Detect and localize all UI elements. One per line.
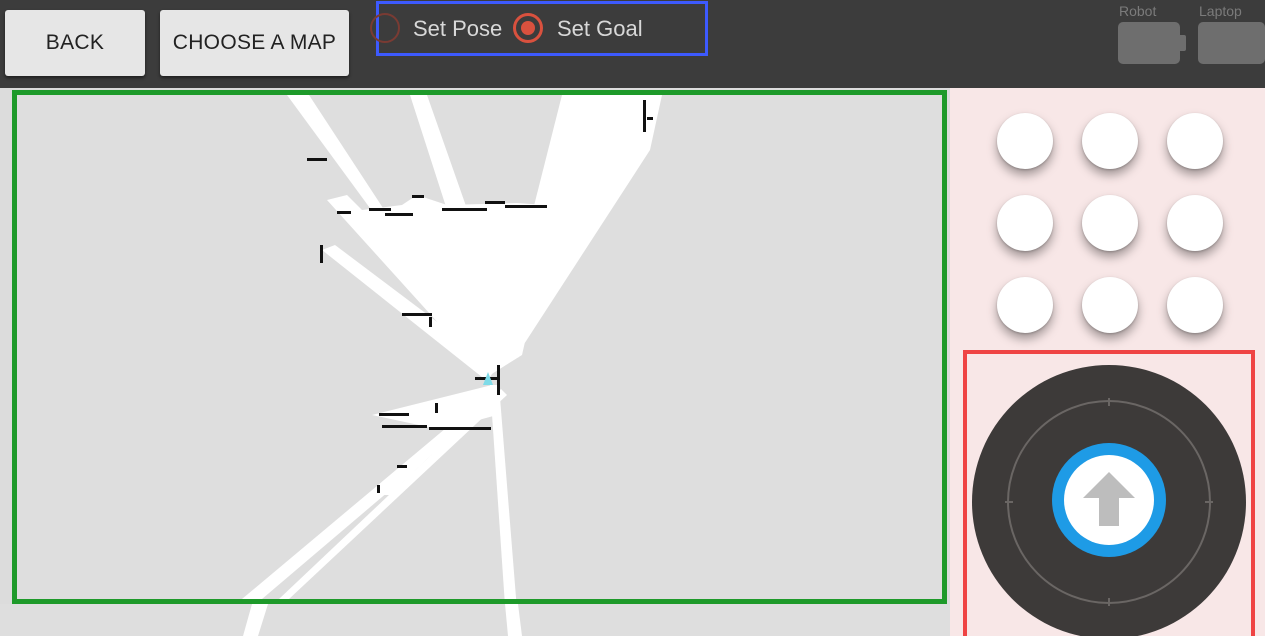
top-toolbar: BACK CHOOSE A MAP Set Pose Set Goal Robo… bbox=[0, 0, 1265, 88]
mode-radio-group: Set Pose Set Goal bbox=[370, 1, 708, 56]
control-button-7[interactable] bbox=[997, 277, 1053, 333]
control-button-9[interactable] bbox=[1167, 277, 1223, 333]
set-goal-label[interactable]: Set Goal bbox=[557, 16, 643, 42]
joystick-panel bbox=[963, 350, 1255, 636]
set-pose-radio[interactable] bbox=[370, 13, 400, 43]
back-button[interactable]: BACK bbox=[5, 10, 145, 76]
laptop-battery-label: Laptop bbox=[1199, 3, 1242, 19]
set-goal-radio[interactable] bbox=[513, 13, 543, 43]
choose-map-button[interactable]: CHOOSE A MAP bbox=[160, 10, 349, 76]
control-button-6[interactable] bbox=[1167, 195, 1223, 251]
map-overflow-area bbox=[0, 604, 950, 636]
robot-battery-icon bbox=[1118, 22, 1186, 64]
control-button-8[interactable] bbox=[1082, 277, 1138, 333]
robot-battery-label: Robot bbox=[1119, 3, 1157, 19]
map-view[interactable] bbox=[12, 90, 947, 604]
occupancy-map bbox=[242, 95, 662, 599]
control-button-4[interactable] bbox=[997, 195, 1053, 251]
laptop-battery-icon bbox=[1198, 22, 1265, 64]
control-button-2[interactable] bbox=[1082, 113, 1138, 169]
joystick[interactable] bbox=[967, 354, 1251, 636]
control-button-3[interactable] bbox=[1167, 113, 1223, 169]
control-button-1[interactable] bbox=[997, 113, 1053, 169]
control-button-5[interactable] bbox=[1082, 195, 1138, 251]
set-pose-label[interactable]: Set Pose bbox=[413, 16, 502, 42]
